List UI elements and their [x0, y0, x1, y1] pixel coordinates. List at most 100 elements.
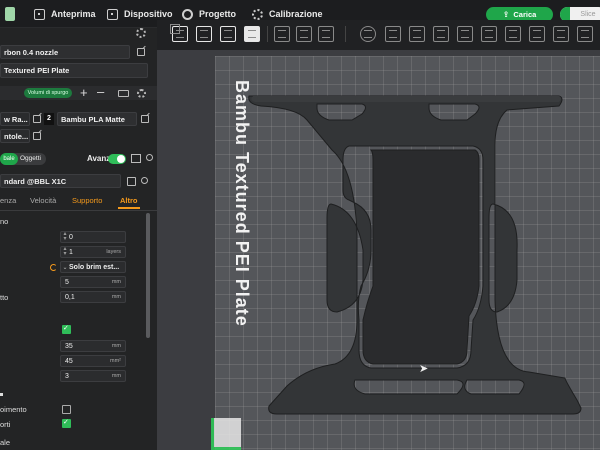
advanced-switch-knob — [117, 155, 125, 163]
area-input[interactable]: 45 mm² — [60, 355, 126, 367]
advanced-switch[interactable] — [108, 154, 126, 164]
purge-volumes-label: Volumi di spurgo — [27, 90, 69, 96]
scale-icon[interactable] — [409, 26, 425, 42]
tab-resistance[interactable]: enza — [0, 196, 16, 205]
length-unit: mm — [111, 343, 121, 349]
save-preset-icon[interactable] — [127, 177, 136, 186]
filament-3-select[interactable]: ntole... — [0, 129, 30, 143]
edit-filament-1-icon[interactable] — [33, 115, 41, 123]
search-preset-icon[interactable] — [141, 177, 148, 184]
remove-filament-icon[interactable]: – — [97, 84, 104, 99]
menu-device-label: Dispositivo — [124, 9, 173, 19]
stepper-icon[interactable]: ▴ ▾ — [61, 246, 69, 257]
auto-orient-icon[interactable] — [220, 26, 236, 42]
menu-project-label: Progetto — [199, 9, 236, 19]
search-settings-icon[interactable] — [146, 154, 153, 161]
settings-panel: rbon 0.4 nozzle Textured PEI Plate Volum… — [0, 28, 157, 450]
brim-gap-label: tto — [0, 293, 9, 302]
fill-label: oimento — [0, 405, 27, 414]
distance-unit: mm — [111, 373, 121, 379]
filament-2-label: Bambu PLA Matte — [61, 114, 125, 124]
filament-1-select[interactable]: w Ra... — [0, 112, 30, 126]
process-tabs: enza Velocità Supporto Altro — [0, 196, 157, 209]
edit-filament-3-icon[interactable] — [33, 132, 41, 140]
cut-icon[interactable] — [457, 26, 473, 42]
project-icon — [182, 8, 193, 20]
arrange-icon[interactable] — [244, 26, 260, 42]
tab-support[interactable]: Supporto — [72, 196, 102, 205]
skirt-loops-input[interactable]: ▴ ▾ 0 — [60, 231, 126, 243]
filament-settings-icon[interactable] — [137, 89, 146, 98]
toolbar-separator — [267, 26, 268, 42]
slice-button-label: Slice — [580, 11, 596, 18]
toolbar-separator — [345, 26, 346, 42]
add-object-icon[interactable] — [170, 24, 188, 42]
lay-on-face-icon[interactable] — [433, 26, 449, 42]
upload-icon: ⇪ — [502, 10, 510, 19]
settings-gear-icon[interactable] — [136, 28, 146, 38]
add-plate-icon[interactable] — [196, 26, 212, 42]
brim-type-value: Solo brim est... — [69, 263, 120, 271]
support-paint-icon[interactable] — [505, 26, 521, 42]
supports-checkbox[interactable] — [62, 418, 71, 428]
nozzle-select-value: rbon 0.4 nozzle — [4, 47, 59, 57]
move-icon[interactable] — [360, 26, 376, 42]
tabs-divider — [0, 210, 157, 211]
brim-type-select[interactable]: ⌄ Solo brim est... — [60, 261, 126, 273]
skirt-height-value: 1 — [69, 248, 73, 256]
filament-2-select[interactable]: Bambu PLA Matte — [57, 112, 137, 126]
measure-icon[interactable] — [577, 26, 593, 42]
edit-nozzle-icon[interactable] — [137, 48, 145, 56]
filament-2-slot: 2 — [44, 113, 54, 125]
toggle-global: bale — [0, 153, 18, 165]
plate-origin-marker — [211, 418, 241, 450]
tab-others-underline — [118, 207, 140, 209]
menu-preview[interactable]: Anteprima — [34, 6, 96, 22]
seam-paint-icon[interactable] — [529, 26, 545, 42]
rotate-icon[interactable] — [385, 26, 401, 42]
3d-viewport[interactable]: Bambu Textured PEI Plate ➤ — [157, 50, 600, 450]
global-objects-toggle[interactable]: bale Oggetti — [0, 153, 46, 165]
mouse-cursor-icon: ➤ — [419, 363, 429, 375]
length-input[interactable]: 35 mm — [60, 340, 126, 352]
distance-input[interactable]: 3 mm — [60, 370, 126, 382]
skirt-height-input[interactable]: ▴ ▾ 1 layers — [60, 246, 126, 258]
plate-select[interactable]: Textured PEI Plate — [0, 63, 148, 78]
brim-width-input[interactable]: 5 mm — [60, 276, 126, 288]
split-objects-icon[interactable] — [274, 26, 290, 42]
settings-scrollbar[interactable] — [146, 213, 150, 338]
ams-sync-icon[interactable] — [118, 90, 129, 97]
stepper-icon[interactable]: ▴ ▾ — [61, 231, 69, 242]
skirt-loops-value: 0 — [69, 233, 73, 241]
filament-1-label: w Ra... — [4, 114, 28, 124]
edit-filament-2-icon[interactable] — [141, 115, 149, 123]
printed-part[interactable] — [157, 50, 600, 450]
split-parts-icon[interactable] — [296, 26, 312, 42]
bottom-section-label: ale — [0, 438, 11, 447]
tab-speed[interactable]: Velocità — [30, 196, 56, 205]
nozzle-select[interactable]: rbon 0.4 nozzle — [0, 45, 130, 59]
tab-others[interactable]: Altro — [120, 196, 138, 205]
brim-width-unit: mm — [111, 279, 121, 285]
menu-calibration-label: Calibrazione — [269, 9, 323, 19]
enable-checkbox[interactable] — [62, 324, 71, 334]
process-preset-value: ndard @BBL X1C — [4, 176, 67, 186]
skirt-height-unit: layers — [106, 249, 121, 255]
section-label-skirt: no — [0, 217, 9, 226]
menu-preview-label: Anteprima — [51, 9, 96, 19]
app-logo — [5, 6, 15, 22]
brim-gap-input[interactable]: 0,1 mm — [60, 291, 126, 303]
compare-icon[interactable] — [131, 154, 141, 163]
reset-icon[interactable] — [50, 264, 57, 271]
add-filament-icon[interactable]: + — [80, 85, 88, 100]
brim-gap-value: 0,1 — [65, 293, 75, 301]
variable-layer-icon[interactable] — [318, 26, 334, 42]
text-tool-icon[interactable] — [553, 26, 569, 42]
purge-volumes-button[interactable]: Volumi di spurgo — [24, 88, 72, 98]
mesh-boolean-icon[interactable] — [481, 26, 497, 42]
brim-width-value: 5 — [65, 278, 69, 286]
chevron-down-icon: ⌄ — [62, 264, 68, 271]
process-preset-select[interactable]: ndard @BBL X1C — [0, 174, 121, 188]
distance-value: 3 — [65, 372, 69, 380]
fill-checkbox[interactable] — [62, 405, 71, 414]
